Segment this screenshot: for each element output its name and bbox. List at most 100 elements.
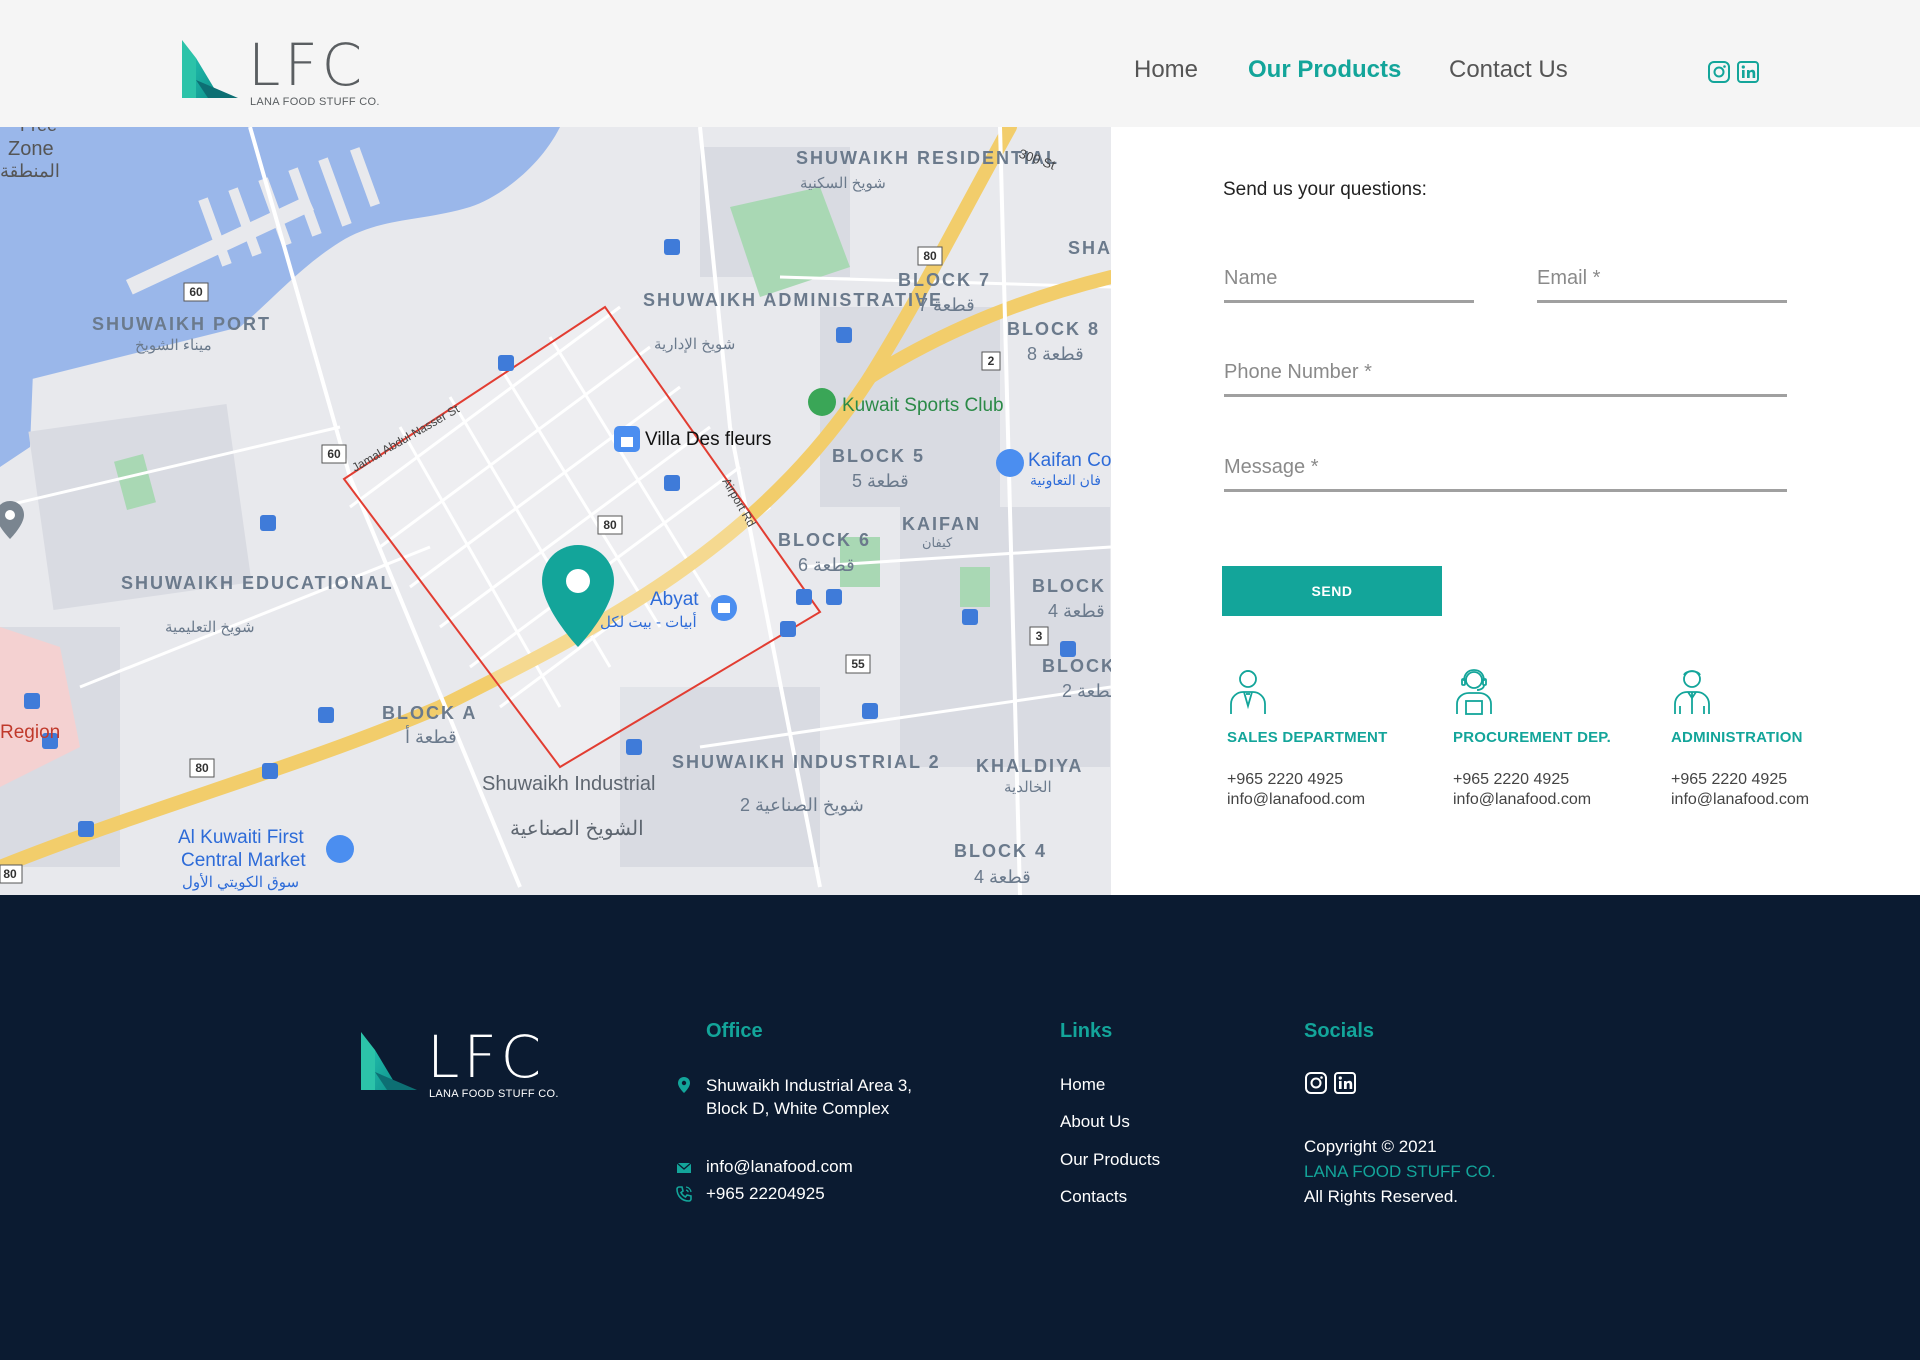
linkedin-icon[interactable] — [1333, 1071, 1357, 1095]
nav-home[interactable]: Home — [1134, 56, 1198, 84]
mail-icon — [676, 1162, 692, 1173]
map-label-shuwaikh-educational: SHUWAIKH EDUCATIONAL — [121, 573, 394, 593]
map-label-zone-ar: المنطقة — [0, 161, 60, 181]
poi-kuwait-sports-club-label: Kuwait Sports Club — [842, 395, 1004, 416]
message-field[interactable] — [1224, 456, 1787, 492]
instagram-icon[interactable] — [1304, 1071, 1328, 1095]
map-label-shuwaikh-industrial-2-ar: شويخ الصناعية 2 — [740, 795, 864, 816]
footer-socials-heading: Socials — [1304, 1020, 1375, 1042]
site-footer: LFC LANA FOOD STUFF CO. Office Shuwaikh … — [0, 895, 1920, 1360]
salesperson-icon — [1230, 670, 1266, 714]
name-field[interactable] — [1224, 267, 1474, 303]
send-button[interactable]: SEND — [1222, 566, 1442, 616]
footer-office-heading: Office — [706, 1020, 763, 1042]
poi-market-label-2: Central Market — [181, 850, 306, 871]
map-label-shuwaikh-industrial-ar: الشويخ الصناعية — [510, 818, 644, 840]
poi-kaifan-coop-label-ar: فان التعاونية — [1030, 472, 1101, 489]
footer-link-home[interactable]: Home — [1060, 1075, 1105, 1095]
svg-text:80: 80 — [3, 867, 17, 881]
footer-link-our-products[interactable]: Our Products — [1060, 1150, 1160, 1170]
footer-office-phone[interactable]: +965 22204925 — [706, 1183, 825, 1206]
road-shield: 55 — [845, 654, 871, 674]
footer-social-icons — [1304, 1071, 1357, 1095]
map-label-block-7-ar: قطعة 7 — [918, 295, 975, 315]
footer-logo-subtitle: LANA FOOD STUFF CO. — [429, 1088, 559, 1100]
road-shield: 60 — [183, 282, 209, 302]
footer-links-heading: Links — [1060, 1020, 1113, 1042]
map-label-kaifan-ar: كيفان — [922, 535, 953, 550]
poi-abyat-label: Abyat — [650, 589, 699, 610]
message-input[interactable] — [1224, 456, 1787, 489]
footer-rights: All Rights Reserved. — [1304, 1187, 1459, 1206]
footer-logo-letters: LFC — [427, 1023, 546, 1091]
map-label-block-sha: SHA — [1068, 238, 1111, 258]
dept-administration-email[interactable]: info@lanafood.com — [1671, 791, 1871, 809]
road-shield: 80 — [917, 246, 943, 266]
logo-letters: LFC — [248, 31, 367, 99]
dept-sales-phone[interactable]: +965 2220 4925 — [1227, 771, 1427, 789]
map-label-block-6: BLOCK 6 — [778, 530, 871, 550]
map-marker-icon — [678, 1077, 690, 1093]
poi-abyat-label-ar: أبيات - بيت لكل — [600, 612, 697, 631]
dept-sales: SALES DEPARTMENT +965 2220 4925 info@lan… — [1227, 667, 1427, 809]
email-field[interactable] — [1537, 267, 1787, 303]
map-label-shuwaikh-industrial-2: SHUWAIKH INDUSTRIAL 2 — [672, 752, 941, 772]
svg-text:55: 55 — [851, 657, 865, 671]
map-label-block-a: BLOCK A — [382, 703, 477, 723]
lfc-logo-mark-icon — [361, 1032, 417, 1090]
phone-field[interactable] — [1224, 361, 1787, 397]
phone-icon — [676, 1186, 692, 1202]
map-label-block-a-ar: قطعة أ — [405, 725, 457, 747]
svg-text:3: 3 — [1036, 629, 1043, 643]
footer-office-address-line2: Block D, White Complex — [706, 1099, 890, 1118]
footer-logo[interactable]: LFC LANA FOOD STUFF CO. — [355, 1028, 559, 1100]
map-label-shuwaikh-educational-ar: شويخ التعليمية — [165, 619, 255, 636]
footer-office-address-line1: Shuwaikh Industrial Area 3, — [706, 1076, 913, 1095]
map-label-shuwaikh-residential-ar: شويخ السكنية — [800, 175, 886, 192]
logo-subtitle: LANA FOOD STUFF CO. — [250, 96, 380, 108]
map-label-block-2: BLOCK 2 — [1042, 656, 1111, 676]
header-logo[interactable]: LFC LANA FOOD STUFF CO. — [176, 36, 380, 108]
poi-villa-des-fleurs[interactable]: Villa Des fleurs — [614, 426, 771, 452]
map-label-block-5: BLOCK 5 — [832, 446, 925, 466]
map-label-khaldiya-ar: الخالدية — [1004, 779, 1052, 796]
road-shield: 80 — [597, 515, 623, 535]
email-input[interactable] — [1537, 267, 1787, 300]
footer-office-email[interactable]: info@lanafood.com — [706, 1156, 853, 1179]
road-shield: 80 — [0, 864, 23, 884]
nav-our-products[interactable]: Our Products — [1248, 56, 1401, 84]
map-label-region: Region — [0, 722, 60, 743]
nav-contact-us[interactable]: Contact Us — [1449, 56, 1568, 84]
svg-text:60: 60 — [189, 285, 203, 299]
contact-form-section: Send us your questions: SEND SALES DEPAR… — [1111, 127, 1920, 895]
dept-procurement-phone[interactable]: +965 2220 4925 — [1453, 771, 1653, 789]
linkedin-icon[interactable] — [1736, 60, 1760, 84]
map-label-block-4-ar: قطعة 4 — [974, 867, 1031, 887]
dept-procurement-email[interactable]: info@lanafood.com — [1453, 791, 1653, 809]
map-label-block-8: BLOCK 8 — [1007, 319, 1100, 339]
map-label-block-4-right: BLOCK 4 — [1032, 576, 1111, 596]
road-shield: 2 — [981, 351, 1001, 371]
dept-procurement-title: PROCUREMENT DEP. — [1453, 729, 1611, 746]
svg-text:2: 2 — [988, 354, 995, 368]
administrator-icon — [1674, 670, 1710, 714]
poi-market-label-1: Al Kuwaiti First — [178, 827, 304, 848]
map-label-block-4: BLOCK 4 — [954, 841, 1047, 861]
map-label-zone: Zone — [8, 138, 54, 160]
footer-link-contacts[interactable]: Contacts — [1060, 1187, 1127, 1207]
poi-market-label-ar: سوق الكويتي الأول — [182, 873, 299, 891]
phone-input[interactable] — [1224, 361, 1787, 394]
instagram-icon[interactable] — [1707, 60, 1731, 84]
header-socials — [1707, 60, 1760, 84]
map-label-shuwaikh-administrative-1: SHUWAIKH ADMINISTRATIVE — [643, 290, 943, 310]
name-input[interactable] — [1224, 267, 1474, 300]
location-map[interactable]: 60 60 80 80 80 80 2 3 55 SHUWAIKH PORT م… — [0, 127, 1111, 895]
dept-administration-phone[interactable]: +965 2220 4925 — [1671, 771, 1871, 789]
dept-administration: ADMINISTRATION +965 2220 4925 info@lanaf… — [1671, 667, 1871, 809]
footer-link-about-us[interactable]: About Us — [1060, 1112, 1130, 1132]
map-label-kaifan: KAIFAN — [902, 514, 981, 534]
dept-procurement: PROCUREMENT DEP. +965 2220 4925 info@lan… — [1453, 667, 1653, 809]
map-label-shuwaikh-port: SHUWAIKH PORT — [92, 314, 271, 334]
dept-sales-email[interactable]: info@lanafood.com — [1227, 791, 1427, 809]
headset-agent-icon — [1456, 669, 1492, 715]
